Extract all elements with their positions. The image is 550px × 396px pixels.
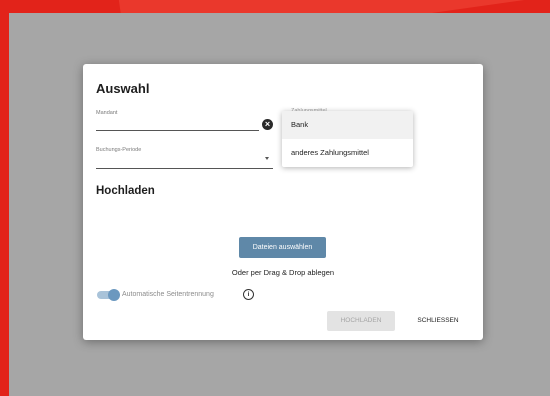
- client-field-label: Mandant: [96, 110, 118, 116]
- info-icon[interactable]: i: [243, 289, 254, 300]
- dropdown-option-other[interactable]: anderes Zahlungsmittel: [282, 139, 413, 167]
- upload-dialog: Auswahl Mandant × Zahlungsmittel Buchung…: [83, 64, 483, 340]
- toggle-knob[interactable]: [108, 289, 120, 301]
- upload-title: Hochladen: [96, 185, 155, 197]
- client-field[interactable]: [96, 130, 259, 131]
- drag-drop-hint: Oder per Drag & Drop ablegen: [231, 268, 335, 277]
- selection-title: Auswahl: [96, 81, 150, 96]
- choose-files-button[interactable]: Dateien auswählen: [239, 237, 326, 258]
- dropdown-option-bank[interactable]: Bank: [282, 111, 413, 139]
- period-select[interactable]: [96, 168, 273, 169]
- auto-split-label: Automatische Seitentrennung: [122, 291, 214, 298]
- upload-button[interactable]: HOCHLADEN: [327, 311, 395, 331]
- payment-dropdown-menu: Bank anderes Zahlungsmittel: [282, 111, 413, 167]
- chevron-down-icon[interactable]: [265, 157, 269, 160]
- period-field-label: Buchungs-Periode: [96, 147, 142, 153]
- close-button[interactable]: SCHLIESSEN: [405, 311, 471, 331]
- close-circle-icon[interactable]: ×: [262, 119, 273, 130]
